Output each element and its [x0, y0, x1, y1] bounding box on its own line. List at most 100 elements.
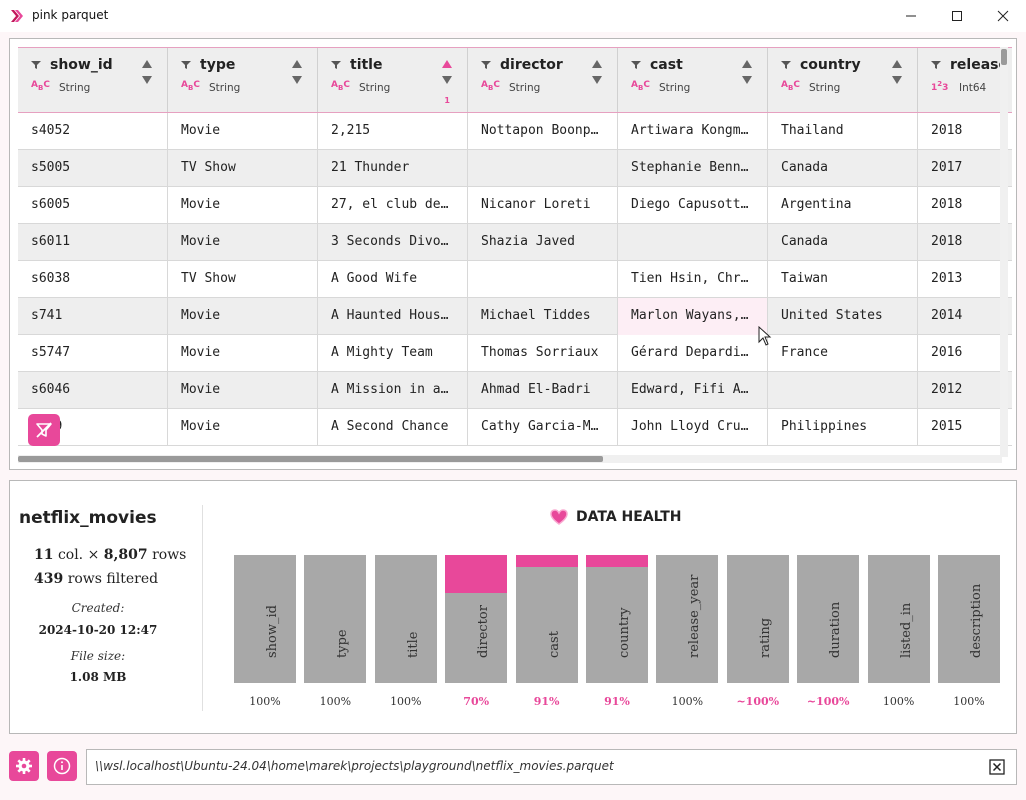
column-header-1[interactable]: type ABC String — [168, 48, 318, 112]
table-cell-title[interactable]: A Second Chance — [318, 409, 468, 446]
table-cell-director[interactable]: Ahmad El-Badri — [468, 372, 618, 409]
health-bar-release_year[interactable]: release_year — [656, 555, 719, 683]
column-header-5[interactable]: country ABC String — [768, 48, 918, 112]
clear-filters-button[interactable] — [28, 414, 60, 446]
maximize-button[interactable] — [934, 0, 980, 32]
table-cell-show_id[interactable]: s4052 — [18, 113, 168, 150]
table-row[interactable]: s5747 Movie A Mighty Team Thomas Sorriaux Gé… — [18, 335, 1012, 372]
vertical-scrollbar-thumb[interactable] — [1001, 49, 1007, 65]
health-bar-duration[interactable]: duration — [797, 555, 860, 683]
health-bar-title[interactable]: title — [374, 555, 437, 683]
table-cell-country[interactable]: Argentina — [768, 187, 918, 224]
table-cell-cast[interactable]: Edward, Fifi A… — [618, 372, 768, 409]
table-cell-show_id[interactable]: s6011 — [18, 224, 168, 261]
table-cell-country[interactable]: United States — [768, 298, 918, 335]
table-cell-title[interactable]: A Haunted Hous… — [318, 298, 468, 335]
close-button[interactable] — [980, 0, 1026, 32]
table-row[interactable]: s4052 Movie 2,215 Nottapon Boonp… Artiwara K… — [18, 113, 1012, 150]
table-cell-type[interactable]: Movie — [168, 372, 318, 409]
filter-icon[interactable] — [31, 60, 41, 70]
filter-icon[interactable] — [181, 60, 191, 70]
table-cell-director[interactable]: Michael Tiddes — [468, 298, 618, 335]
table-cell-country[interactable]: Philippines — [768, 409, 918, 446]
table-cell-country[interactable] — [768, 372, 918, 409]
table-cell-type[interactable]: Movie — [168, 409, 318, 446]
table-cell-title[interactable]: 21 Thunder — [318, 150, 468, 187]
sort-icon[interactable] — [291, 58, 303, 88]
column-header-2[interactable]: title ABC String 1 — [318, 48, 468, 112]
table-cell-show_id[interactable]: s741 — [18, 298, 168, 335]
filter-icon[interactable] — [631, 60, 641, 70]
table-cell-type[interactable]: TV Show — [168, 261, 318, 298]
table-row[interactable]: s5005 TV Show 21 Thunder Stephanie Benn… Can… — [18, 150, 1012, 187]
health-bar-type[interactable]: type — [304, 555, 367, 683]
table-row[interactable]: s6005 Movie 27, el club de… Nicanor Loreti D… — [18, 187, 1012, 224]
table-cell-title[interactable]: A Mission in a… — [318, 372, 468, 409]
table-cell-cast[interactable]: Diego Capusott… — [618, 187, 768, 224]
table-cell-director[interactable] — [468, 261, 618, 298]
filter-icon[interactable] — [331, 60, 341, 70]
table-cell-type[interactable]: Movie — [168, 335, 318, 372]
horizontal-scrollbar-thumb[interactable] — [18, 456, 603, 462]
filter-icon[interactable] — [481, 60, 491, 70]
table-cell-director[interactable]: Shazia Javed — [468, 224, 618, 261]
table-cell-country[interactable]: Canada — [768, 150, 918, 187]
health-bar-country[interactable]: country — [586, 555, 648, 683]
sort-icon[interactable] — [741, 58, 753, 88]
table-cell-director[interactable]: Thomas Sorriaux — [468, 335, 618, 372]
health-bar-director[interactable]: director — [445, 555, 508, 683]
table-cell-title[interactable]: 27, el club de… — [318, 187, 468, 224]
sort-icon[interactable] — [141, 58, 153, 88]
table-cell-type[interactable]: Movie — [168, 113, 318, 150]
minimize-button[interactable] — [888, 0, 934, 32]
column-header-0[interactable]: show_id ABC String — [18, 48, 168, 112]
table-row[interactable]: s6038 TV Show A Good Wife Tien Hsin, Chr… Ta… — [18, 261, 1012, 298]
settings-button[interactable] — [9, 751, 39, 781]
table-cell-cast[interactable]: Stephanie Benn… — [618, 150, 768, 187]
table-cell-country[interactable]: Taiwan — [768, 261, 918, 298]
sort-icon[interactable] — [591, 58, 603, 88]
sort-icon[interactable] — [891, 58, 903, 88]
table-cell-cast[interactable] — [618, 224, 768, 261]
health-bar-listed_in[interactable]: listed_in — [867, 555, 930, 683]
table-cell-type[interactable]: Movie — [168, 187, 318, 224]
table-cell-title[interactable]: 3 Seconds Divo… — [318, 224, 468, 261]
health-bar-rating[interactable]: rating — [726, 555, 789, 683]
table-cell-director[interactable]: Cathy Garcia-M… — [468, 409, 618, 446]
table-cell-title[interactable]: A Good Wife — [318, 261, 468, 298]
table-cell-director[interactable]: Nicanor Loreti — [468, 187, 618, 224]
table-cell-country[interactable]: Thailand — [768, 113, 918, 150]
sort-icon[interactable] — [441, 58, 453, 88]
table-cell-cast[interactable]: John Lloyd Cru… — [618, 409, 768, 446]
table-cell-cast[interactable]: Artiwara Kongm… — [618, 113, 768, 150]
table-cell-show_id[interactable]: s6038 — [18, 261, 168, 298]
table-row[interactable]: s6011 Movie 3 Seconds Divo… Shazia Javed Can… — [18, 224, 1012, 261]
table-cell-show_id[interactable]: s6046 — [18, 372, 168, 409]
table-row[interactable]: s741 Movie A Haunted Hous… Michael Tiddes Ma… — [18, 298, 1012, 335]
table-cell-type[interactable]: Movie — [168, 298, 318, 335]
filter-icon[interactable] — [931, 60, 941, 70]
file-path-field[interactable]: \\wsl.localhost\Ubuntu-24.04\home\marek\… — [86, 749, 1017, 785]
table-cell-show_id[interactable]: s5005 — [18, 150, 168, 187]
table-cell-show_id[interactable]: s5747 — [18, 335, 168, 372]
table-cell-title[interactable]: A Mighty Team — [318, 335, 468, 372]
table-cell-country[interactable]: Canada — [768, 224, 918, 261]
column-header-3[interactable]: director ABC String — [468, 48, 618, 112]
close-box-icon[interactable] — [989, 759, 1005, 775]
info-button[interactable] — [47, 751, 77, 781]
table-cell-title[interactable]: 2,215 — [318, 113, 468, 150]
table-cell-director[interactable]: Nottapon Boonp… — [468, 113, 618, 150]
table-cell-country[interactable]: France — [768, 335, 918, 372]
table-cell-cast[interactable]: Gérard Depardi… — [618, 335, 768, 372]
table-cell-show_id[interactable]: s6005 — [18, 187, 168, 224]
table-cell-type[interactable]: Movie — [168, 224, 318, 261]
column-header-4[interactable]: cast ABC String — [618, 48, 768, 112]
health-bar-description[interactable]: description — [938, 555, 1000, 683]
health-bar-cast[interactable]: cast — [515, 555, 578, 683]
table-cell-type[interactable]: TV Show — [168, 150, 318, 187]
vertical-scrollbar[interactable] — [1000, 47, 1008, 457]
table-cell-cast[interactable]: Tien Hsin, Chr… — [618, 261, 768, 298]
health-bar-show_id[interactable]: show_id — [234, 555, 296, 683]
table-row[interactable]: s6046 Movie A Mission in a… Ahmad El-Badri E… — [18, 372, 1012, 409]
table-cell-director[interactable] — [468, 150, 618, 187]
